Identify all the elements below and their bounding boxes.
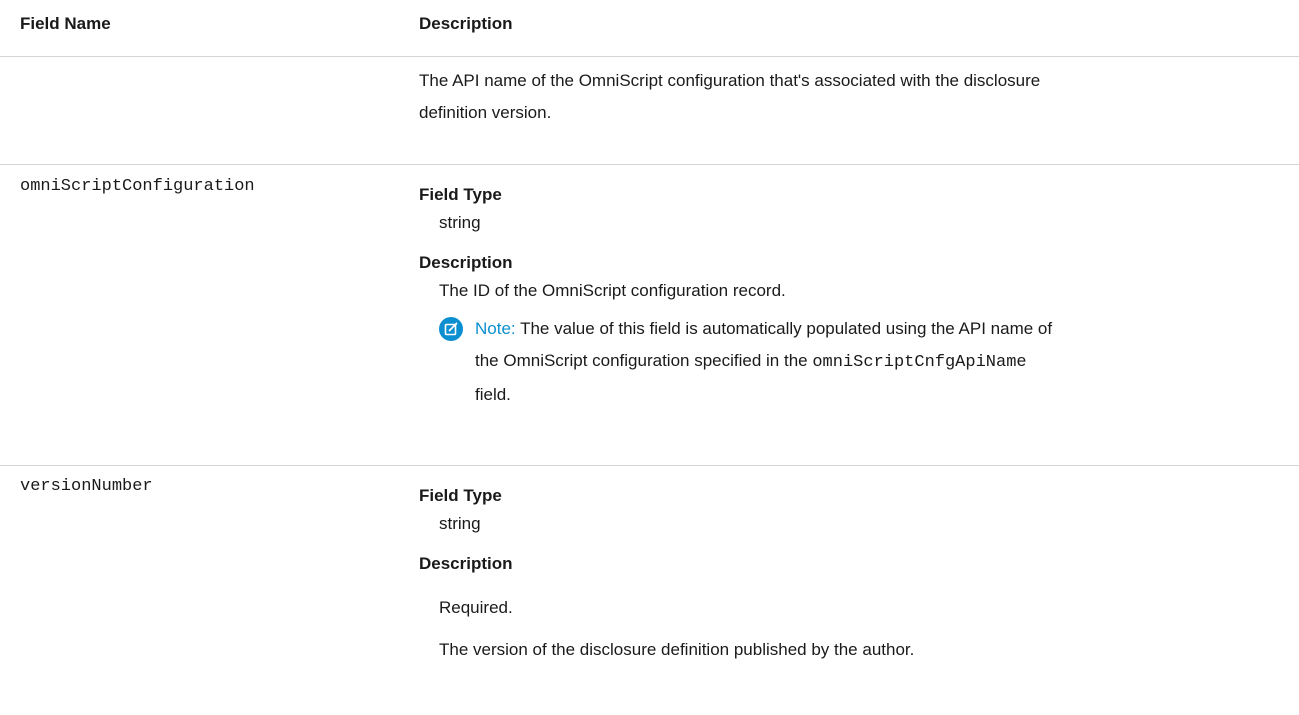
field-type-label: Field Type <box>419 486 502 505</box>
note-text: field. <box>475 385 511 404</box>
table-header: Field Name Description <box>0 0 1299 57</box>
note-callout: Note: The value of this field is automat… <box>419 313 1279 411</box>
field-type-value: string <box>439 514 481 533</box>
description-value: The ID of the OmniScript configuration r… <box>439 281 786 300</box>
edit-note-icon <box>439 317 463 341</box>
description-cell: Field Type string Description The ID of … <box>419 185 1279 411</box>
description-line: The API name of the OmniScript configura… <box>419 71 1041 90</box>
description-text: The API name of the OmniScript configura… <box>419 65 1279 129</box>
required-text: Required. <box>439 598 513 617</box>
field-name-cell: versionNumber <box>20 477 153 496</box>
description-label: Description <box>419 253 513 272</box>
header-field-name: Field Name <box>20 14 111 33</box>
table-row: The API name of the OmniScript configura… <box>0 57 1299 165</box>
field-type-label: Field Type <box>419 185 502 204</box>
description-value: The version of the disclosure definition… <box>439 640 915 659</box>
note-code: omniScriptCnfgApiName <box>812 353 1027 372</box>
field-type-value: string <box>439 213 481 232</box>
description-cell: The API name of the OmniScript configura… <box>419 65 1279 129</box>
field-name-cell: omniScriptConfiguration <box>20 177 255 196</box>
header-description: Description <box>419 14 513 33</box>
note-label: Note: <box>475 319 516 338</box>
table-row: omniScriptConfiguration Field Type strin… <box>0 165 1299 466</box>
table-row: versionNumber Field Type string Descript… <box>0 466 1299 715</box>
note-text: the OmniScript configuration specified i… <box>475 351 808 370</box>
description-line: definition version. <box>419 103 552 122</box>
note-text: The value of this field is automatically… <box>520 319 1053 338</box>
description-cell: Field Type string Description Required. … <box>419 486 1279 660</box>
description-label: Description <box>419 554 513 573</box>
